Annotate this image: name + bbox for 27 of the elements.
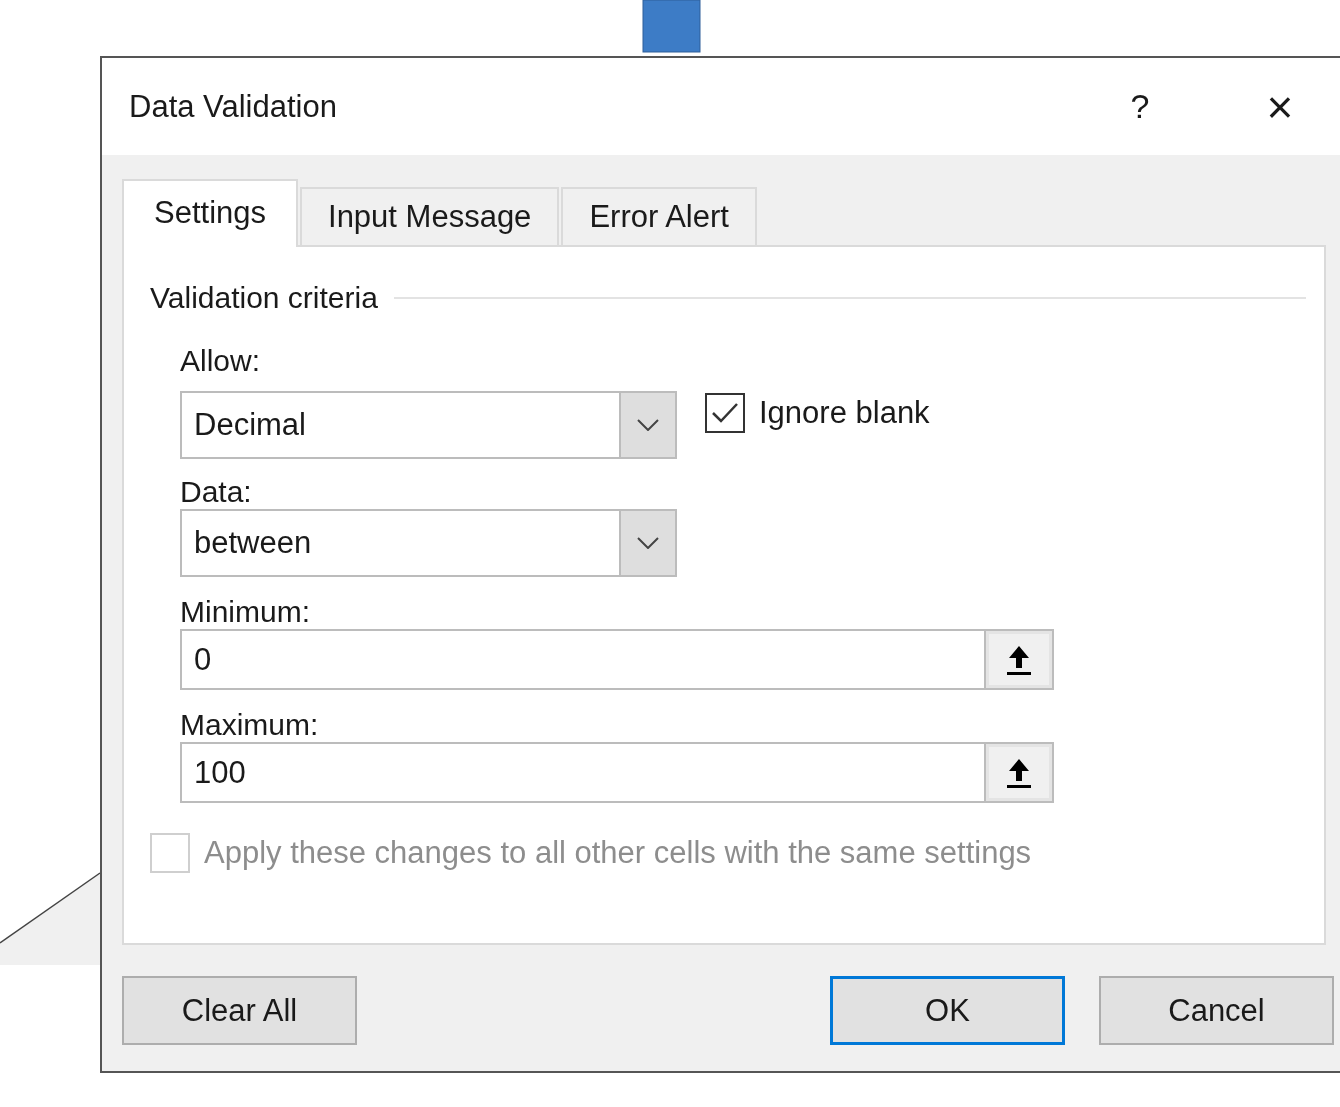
checkbox-label: Apply these changes to all other cells with the same settings bbox=[204, 835, 1032, 871]
field-label: Maximum: bbox=[180, 708, 319, 742]
window-title: Data Validation bbox=[129, 88, 338, 125]
field-label: Minimum: bbox=[180, 595, 310, 629]
field-label: Allow: bbox=[180, 344, 261, 378]
ignore-blank-checkbox[interactable] bbox=[705, 393, 745, 433]
range-select-button[interactable] bbox=[984, 744, 1052, 801]
dropdown[interactable]: between bbox=[180, 509, 677, 577]
input-field[interactable]: 100 bbox=[180, 742, 1054, 803]
dialog-button[interactable]: Clear All bbox=[122, 976, 357, 1045]
dialog-button[interactable]: Cancel bbox=[1099, 976, 1334, 1045]
dialog-button[interactable]: OK bbox=[830, 976, 1065, 1045]
help-button[interactable]: ? bbox=[1120, 87, 1160, 126]
dropdown[interactable]: Decimal bbox=[180, 391, 677, 459]
field-label: Data: bbox=[180, 475, 252, 509]
checkbox-label: Ignore blank bbox=[759, 395, 930, 431]
rectangle-drawing bbox=[642, 0, 701, 53]
chevron-down-icon bbox=[637, 419, 659, 431]
chevron-down-icon bbox=[637, 537, 659, 549]
input-field[interactable]: 0 bbox=[180, 629, 1054, 690]
range-select-button[interactable] bbox=[984, 631, 1052, 688]
tab[interactable]: Input Message bbox=[300, 187, 560, 245]
checkmark-icon bbox=[711, 401, 739, 425]
close-button[interactable]: × bbox=[1250, 76, 1310, 137]
tab[interactable]: Settings bbox=[122, 179, 298, 247]
tab[interactable]: Error Alert bbox=[561, 187, 757, 245]
section-heading: Validation criteria bbox=[150, 281, 378, 315]
